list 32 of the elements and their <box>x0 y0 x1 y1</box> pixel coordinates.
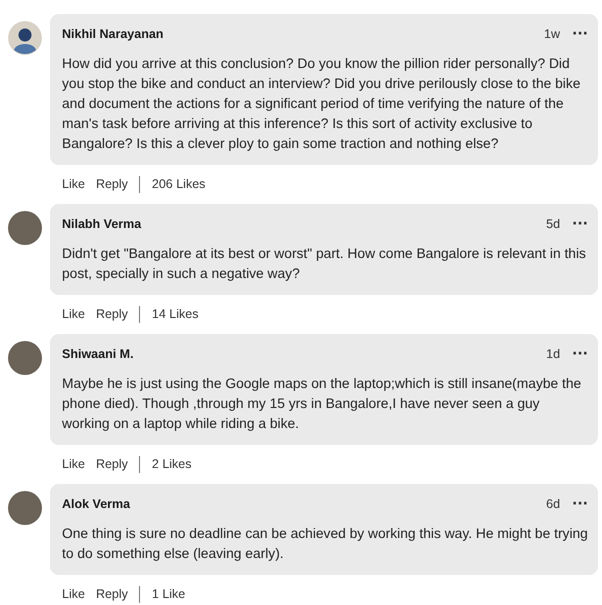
timestamp: 5d <box>546 217 560 231</box>
more-options-button[interactable]: ··· <box>570 26 590 42</box>
reply-button[interactable]: Reply <box>96 587 128 601</box>
avatar-photo-placeholder <box>8 491 42 525</box>
author-name[interactable]: Shiwaani M. <box>62 347 134 361</box>
more-options-button[interactable]: ··· <box>570 216 590 232</box>
timestamp: 6d <box>546 497 560 511</box>
avatar-silhouette-icon <box>8 21 42 55</box>
comment-text: One thing is sure no deadline can be achieved by working this way. He might be trying to do something else (leaving early). <box>62 525 589 563</box>
likes-count[interactable]: 206 Likes <box>152 177 206 191</box>
more-options-button[interactable]: ··· <box>570 496 590 512</box>
avatar-photo-placeholder <box>8 341 42 375</box>
like-button[interactable]: Like <box>62 457 85 471</box>
comment-text: Didn't get "Bangalore at its best or worst" part. How come Bangalore is relevant in this post, specially in such a negative way? <box>62 245 587 283</box>
reply-button[interactable]: Reply <box>96 177 128 191</box>
more-options-button[interactable]: ··· <box>570 346 590 362</box>
author-name[interactable]: Alok Verma <box>62 497 130 511</box>
like-button[interactable]: Like <box>62 307 85 321</box>
like-button[interactable]: Like <box>62 587 85 601</box>
author-name[interactable]: Nikhil Narayanan <box>62 27 164 41</box>
likes-count[interactable]: 2 Likes <box>152 457 192 471</box>
likes-count[interactable]: 1 Like <box>152 587 186 601</box>
reply-button[interactable]: Reply <box>96 457 128 471</box>
like-button[interactable]: Like <box>62 177 85 191</box>
comment-text: How did you arrive at this conclusion? Do you know the pillion rider personally? Did you stop the bike and conduct an interview? Did you drive perilously close to the bike and document the actions for a significant period of time verifying the nature of the man's task before arriving at this inference? Is this sort of activity exclusive to Bangalore? Is this a clever ploy to gain some traction and nothing else? <box>62 55 582 153</box>
likes-count[interactable]: 14 Likes <box>152 307 198 321</box>
avatar-photo-placeholder <box>8 211 42 245</box>
timestamp: 1w <box>544 27 560 41</box>
reply-button[interactable]: Reply <box>96 307 128 321</box>
author-name[interactable]: Nilabh Verma <box>62 217 142 231</box>
timestamp: 1d <box>546 347 560 361</box>
comment-text: Maybe he is just using the Google maps on the laptop;which is still insane(maybe the phone died). Though ,through my 15 yrs in Bangalore,I have never seen a guy working on a laptop while riding a bike. <box>62 375 582 433</box>
